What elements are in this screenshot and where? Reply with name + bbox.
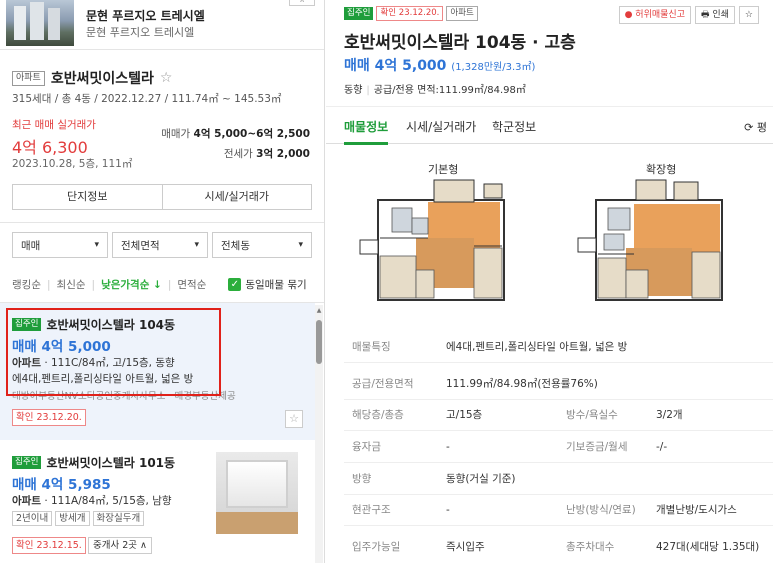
listing-price: 매매 4억 5,985 — [12, 477, 111, 493]
listing-spec: 아파트 · 111A/84㎡, 5/15층, 남향 — [12, 495, 172, 507]
tab-school-info[interactable]: 학군정보 — [492, 118, 536, 135]
listing-title: 호반써밋이스텔라 101동 — [46, 456, 176, 470]
complex-thumbnail — [6, 0, 74, 46]
floor-plan-basic[interactable] — [356, 178, 526, 314]
sort-area[interactable]: 면적순 — [177, 277, 206, 292]
property-type-tag: 아파트 — [446, 6, 478, 21]
plan-extended-label: 확장형 — [646, 163, 677, 176]
detail-badges: 집주인 확인 23.12.20. 아파트 — [344, 6, 478, 21]
owner-badge: 집주인 — [12, 456, 42, 469]
trade-type-select[interactable]: 매매 ▾ — [12, 232, 108, 258]
sort-row: 랭킹순 | 최신순 | 낮은가격순 ↓ | 면적순 ✓ 동일매물 묶기 — [12, 277, 307, 292]
agent-count-button[interactable]: 중개사 2곳 ∧ — [88, 537, 152, 554]
highlight-frame — [6, 308, 221, 396]
apartment-header: 아파트 호반써밋이스텔라 ☆ — [12, 68, 172, 88]
complex-subtitle: 문현 푸르지오 트레시엘 — [86, 26, 195, 39]
complex-header[interactable]: 문현 푸르지오 트레시엘 문현 푸르지오 트레시엘 ∧ — [0, 0, 324, 50]
property-type-tag: 아파트 — [12, 70, 45, 86]
recent-price-date: 2023.10.28, 5층, 111㎡ — [12, 158, 133, 170]
price-history-button[interactable]: 시세/실거래가 — [161, 185, 312, 209]
tab-listing-info[interactable]: 매물정보 — [344, 118, 388, 135]
sort-latest[interactable]: 최신순 — [57, 277, 86, 292]
report-button[interactable]: ● 허위매물신고 — [618, 6, 691, 24]
detail-summary: 동향 | 공급/전용 면적:111.99㎡/84.98㎡ — [344, 85, 526, 96]
listing-photo[interactable] — [216, 452, 298, 534]
table-row: 현관구조 - 난방(방식/연료) 개별난방/도시가스 — [344, 495, 773, 526]
detail-price: 매매 4억 5,000 (1,328만원/3.3㎡) — [344, 58, 536, 74]
chevron-down-icon: ▾ — [94, 240, 99, 250]
favorite-star-icon[interactable]: ☆ — [738, 6, 759, 24]
complex-info-button[interactable]: 단지정보 — [13, 185, 162, 209]
dong-select[interactable]: 전체동 ▾ — [212, 232, 312, 258]
chevron-down-icon: ▾ — [194, 240, 199, 250]
scroll-up-icon[interactable]: ▲ — [315, 307, 323, 314]
sale-price-range: 매매가 4억 5,000~6억 2,500 — [161, 128, 310, 140]
detail-title: 호반써밋이스텔라 104동 · 고층 — [344, 33, 576, 53]
active-tab-indicator — [344, 142, 388, 145]
favorite-star-icon[interactable]: ☆ — [160, 70, 173, 86]
recent-price-label: 최근 매매 실거래가 — [12, 119, 96, 131]
same-listing-toggle[interactable]: ✓ 동일매물 묶기 — [228, 277, 307, 292]
confirm-date-badge: 확인 23.12.20. — [12, 409, 86, 426]
table-row: 방향 동향(거실 기준) — [344, 464, 773, 495]
scrollbar-thumb[interactable] — [316, 320, 322, 364]
listing-tags: 2년이내 방세개 화장실두개 — [12, 511, 147, 526]
tab-price-history[interactable]: 시세/실거래가 — [406, 118, 476, 135]
detail-tabs: 매물정보 시세/실거래가 학군정보 ⟳ 평 — [326, 106, 773, 145]
chevron-down-icon: ▾ — [298, 240, 303, 250]
refresh-icon: ⟳ — [744, 121, 754, 134]
table-row: 해당층/총층 고/15층 방수/욕실수 3/2개 — [344, 400, 773, 431]
table-row: 입주가능일 즉시입주 총주차대수 427대(세대당 1.35대) — [352, 541, 760, 553]
table-row: 매물특징 에4대,펜트리,폴리싱타일 아트월, 넓은 방 — [344, 332, 773, 363]
sort-ranking[interactable]: 랭킹순 — [12, 277, 41, 292]
complex-button-row: 단지정보 시세/실거래가 — [12, 184, 312, 210]
print-button[interactable]: 🖶 인쇄 — [695, 6, 735, 24]
apartment-meta: 315세대 / 총 4동 / 2022.12.27 / 111.74㎡ ~ 14… — [12, 93, 282, 105]
pyeong-toggle[interactable]: ⟳ 평 — [744, 119, 767, 135]
collapse-icon[interactable]: ∧ — [289, 0, 315, 6]
apartment-title: 호반써밋이스텔라 — [50, 71, 154, 87]
table-row: 융자금 - 기보증금/월세 -/- — [344, 432, 773, 463]
divider — [0, 222, 324, 223]
owner-badge: 집주인 — [344, 7, 374, 20]
filter-row: 매매 ▾ 전체면적 ▾ 전체동 ▾ — [12, 232, 312, 258]
favorite-star-icon[interactable]: ☆ — [285, 410, 303, 428]
jeonse-price: 전세가 3억 2,000 — [223, 148, 310, 160]
confirm-date-badge: 확인 23.12.20. — [376, 6, 444, 21]
table-row: 공급/전용면적 111.99㎡/84.98㎡(전용률76%) — [344, 369, 773, 400]
checkbox-checked-icon[interactable]: ✓ — [228, 278, 242, 291]
detail-tools: ● 허위매물신고 🖶 인쇄 ☆ — [618, 6, 759, 24]
plan-basic-label: 기본형 — [428, 163, 459, 176]
area-select[interactable]: 전체면적 ▾ — [112, 232, 208, 258]
listing-header: 집주인 호반써밋이스텔라 101동 — [12, 454, 175, 471]
recent-price: 4억 6,300 — [12, 138, 88, 157]
complex-name: 문현 푸르지오 트레시엘 — [86, 9, 205, 23]
listing-panel: 문현 푸르지오 트레시엘 문현 푸르지오 트레시엘 ∧ 아파트 호반써밋이스텔라… — [0, 0, 325, 563]
floor-plan-extended[interactable] — [574, 178, 744, 314]
sort-lowprice[interactable]: 낮은가격순 ↓ — [101, 277, 162, 292]
confirm-date-badge: 확인 23.12.15. — [12, 537, 86, 554]
detail-panel: 집주인 확인 23.12.20. 아파트 ● 허위매물신고 🖶 인쇄 ☆ 호반써… — [326, 0, 773, 563]
